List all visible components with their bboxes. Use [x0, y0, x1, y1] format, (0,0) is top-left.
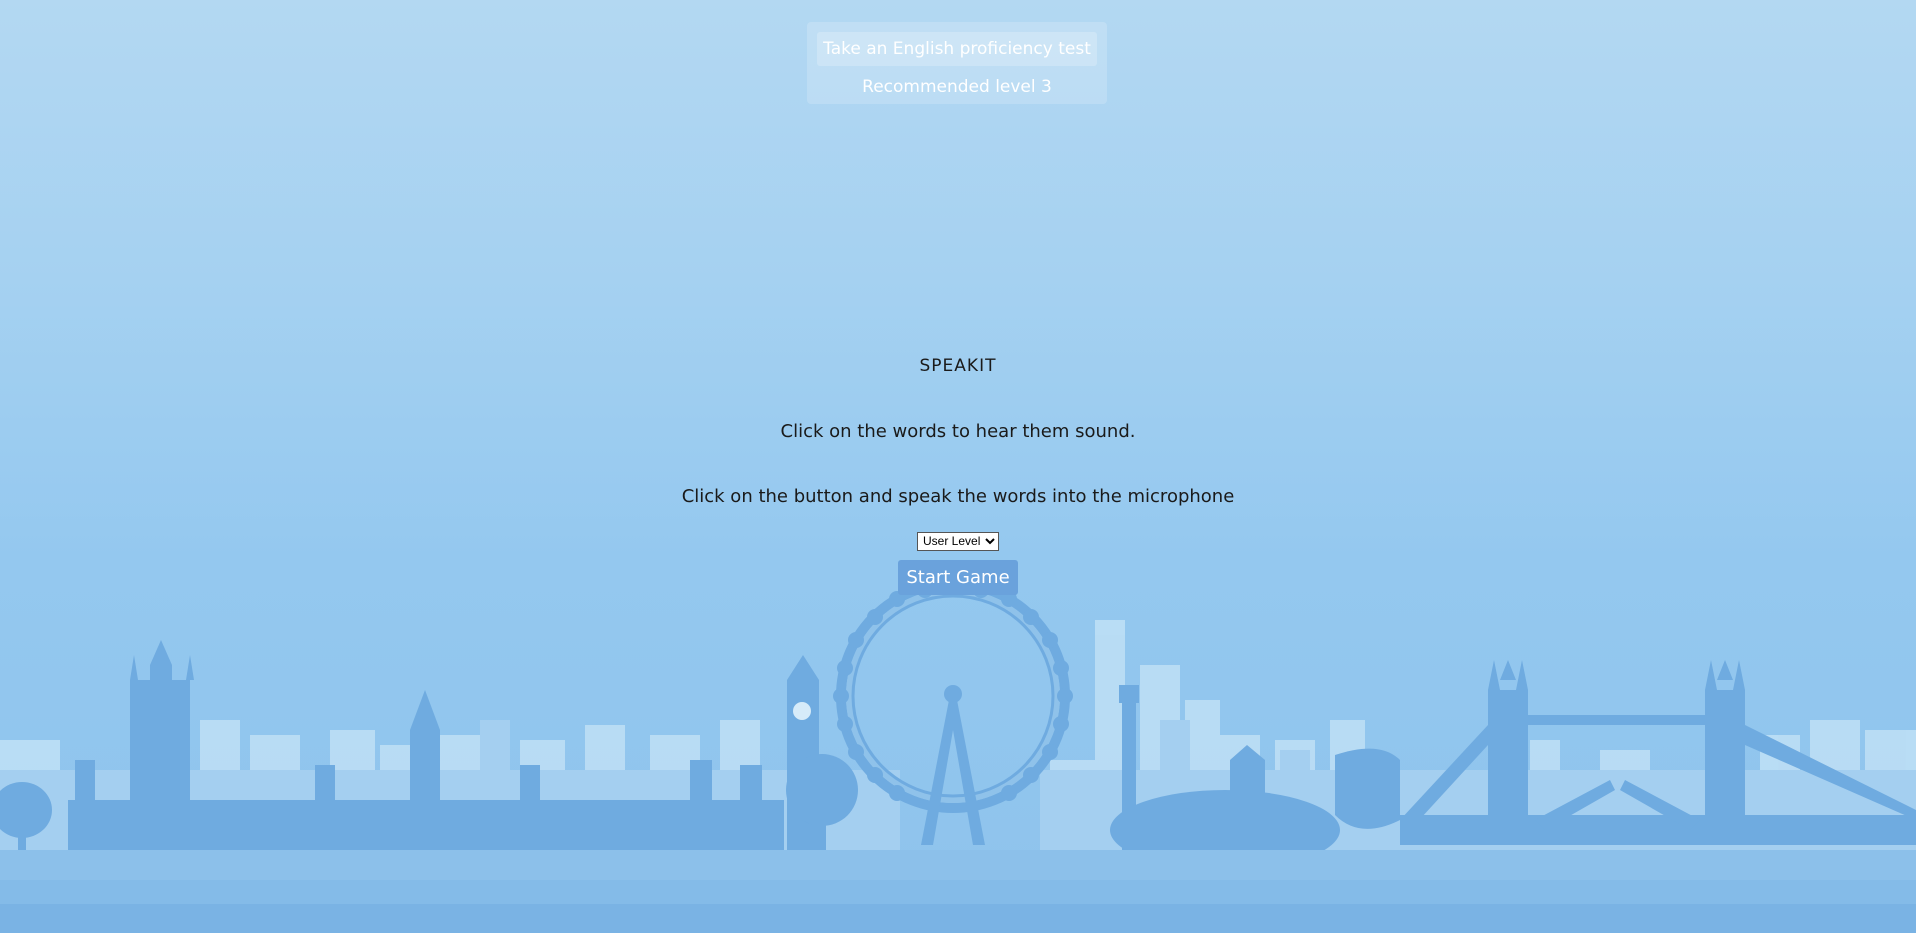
- instruction-speak-words: Click on the button and speak the words …: [681, 486, 1235, 507]
- london-skyline-background: [0, 576, 1916, 933]
- start-button-wrapper: Start Game: [0, 560, 1916, 595]
- level-select-wrapper: User Level: [0, 530, 1916, 551]
- recommended-level-text: Recommended level 3: [862, 77, 1052, 97]
- proficiency-test-link[interactable]: Take an English proficiency test: [817, 32, 1097, 66]
- game-title: SPEAKIT: [919, 356, 997, 376]
- instruction-hear-words: Click on the words to hear them sound.: [780, 421, 1136, 442]
- start-game-button[interactable]: Start Game: [898, 560, 1018, 595]
- game-start-screen: Take an English proficiency test Recomme…: [0, 0, 1916, 933]
- user-level-select[interactable]: User Level: [917, 531, 999, 551]
- proficiency-panel: Take an English proficiency test Recomme…: [807, 22, 1107, 104]
